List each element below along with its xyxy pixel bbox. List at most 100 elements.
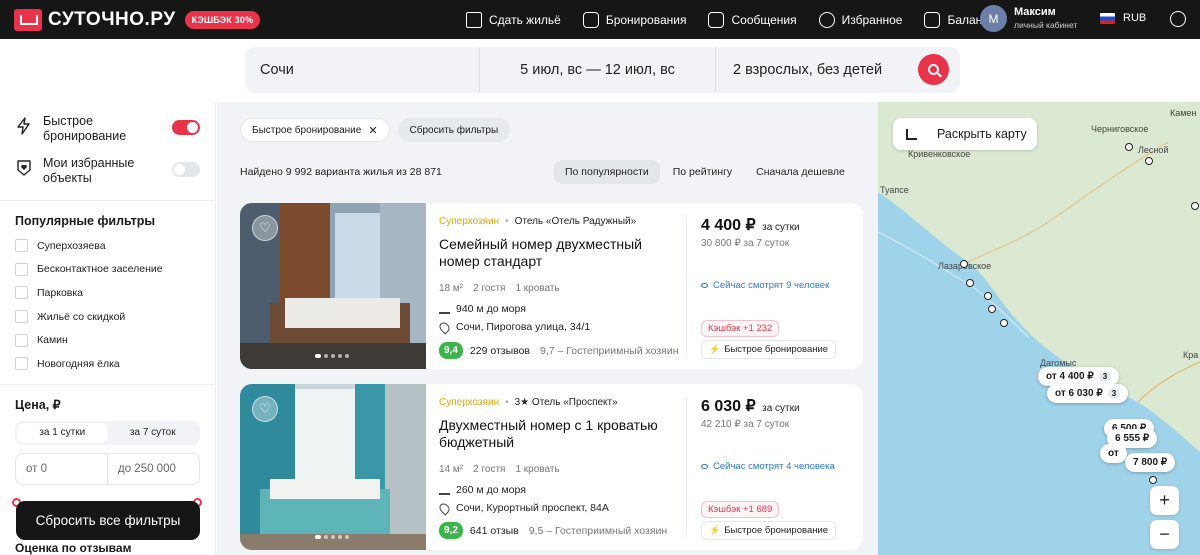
listing-title[interactable]: Двухместный номер с 1 кроватью бюджетный (439, 417, 684, 451)
price-per-week-tab[interactable]: за 7 суток (108, 423, 199, 443)
dates-field[interactable]: 5 июл, вс — 12 июл, вс (480, 47, 716, 93)
sort-cheapest[interactable]: Сначала дешевле (745, 160, 856, 184)
checkbox[interactable] (15, 333, 28, 347)
lightning-icon: ⚡ (709, 344, 721, 354)
filter-superhosts[interactable]: Суперхозяева (0, 234, 215, 258)
filter-parking[interactable]: Парковка (0, 281, 215, 305)
map-marker[interactable] (1000, 319, 1008, 327)
superhost-badge: Суперхозяин (439, 216, 500, 227)
nav-messages[interactable]: Сообщения (708, 11, 797, 28)
map-price-pin[interactable]: от 6 030 ₽ 3 (1047, 384, 1129, 403)
user-menu[interactable]: М Максим личный кабинет (980, 5, 1077, 32)
zoom-in-button[interactable]: + (1150, 486, 1179, 515)
map-marker[interactable] (1125, 143, 1133, 151)
map-price-pin[interactable]: 7 800 ₽ (1125, 453, 1176, 472)
search-button[interactable] (918, 54, 949, 85)
reset-all-filters-button[interactable]: Сбросить все фильтры (16, 501, 200, 540)
price-per-night: 4 400 ₽ (701, 217, 756, 234)
pin-label: 6 555 ₽ (1115, 433, 1150, 444)
listing-title[interactable]: Семейный номер двухместный номер стандар… (439, 236, 684, 270)
filters-sidebar: Быстрое бронирование Мои избранные объек… (0, 102, 216, 555)
checkbox[interactable] (15, 262, 28, 276)
cashback-badge: Кэшбэк +1 232 (701, 320, 780, 337)
map-marker[interactable] (966, 279, 974, 287)
map-marker[interactable] (960, 260, 968, 268)
reset-filters-chip[interactable]: Сбросить фильтры (397, 118, 511, 142)
chat-icon (708, 11, 725, 28)
map-marker[interactable] (984, 292, 992, 300)
filter-new-year-tree[interactable]: Новогодняя ёлка (0, 352, 215, 376)
favorites-filter[interactable]: Мои избранные объекты (0, 144, 215, 186)
checkbox[interactable] (15, 239, 28, 253)
instant-booking-filter[interactable]: Быстрое бронирование (0, 102, 215, 144)
superhost-badge: Суперхозяин (439, 397, 500, 408)
suitcase-icon (582, 11, 599, 28)
guests-field[interactable]: 2 взрослых, без детей (716, 47, 916, 93)
room-guests: 2 гостя (473, 464, 506, 475)
heart-icon[interactable]: ♡ (252, 215, 278, 241)
filter-fireplace[interactable]: Камин (0, 328, 215, 352)
photo-pagination (315, 535, 352, 539)
chip-instant-booking[interactable]: Быстрое бронирование ✕ (240, 118, 390, 142)
listing-info: Суперхозяин • Отель «Отель Радужный» Сем… (437, 216, 684, 335)
pin-label: 7 800 ₽ (1133, 457, 1168, 468)
eye-icon (701, 283, 708, 288)
lightning-icon: ⚡ (709, 525, 721, 535)
viewers-label: Сейчас смотрят 9 человек (713, 280, 830, 291)
cashback-badge[interactable]: КЭШБЭК 30% (184, 10, 261, 29)
user-name: Максим (1014, 6, 1056, 18)
price-per-night-tab[interactable]: за 1 сутки (17, 422, 108, 443)
pin-label: от 6 030 ₽ (1055, 388, 1103, 399)
listing-card[interactable]: ♡ Суперхозяин • Отель «Отель Радужный» С… (240, 203, 863, 369)
filter-discount[interactable]: Жильё со скидкой (0, 305, 215, 329)
rating-row: 9,4 229 отзывов 9,7 – Гостеприимный хозя… (439, 342, 679, 359)
nav-balance[interactable]: Баланс (924, 11, 988, 28)
price-per-night: 6 030 ₽ (701, 398, 756, 415)
divider (686, 396, 687, 538)
filter-label: Бесконтактное заселение (37, 263, 163, 276)
currency-selector[interactable]: RUB (1100, 12, 1146, 24)
lightning-icon (17, 117, 30, 135)
zoom-out-button[interactable]: − (1150, 520, 1179, 549)
heart-shield-icon (17, 160, 31, 176)
expand-map-button[interactable]: Раскрыть карту (893, 118, 1037, 150)
map-city-label: Туапсе (880, 185, 909, 195)
phone-icon[interactable] (1170, 11, 1186, 27)
instant-booking-toggle[interactable] (172, 120, 200, 135)
map-price-pin[interactable]: от (1100, 444, 1127, 463)
listing-card[interactable]: ♡ Суперхозяин • 3★ Отель «Проспект» Двух… (240, 384, 863, 550)
map[interactable]: Раскрыть карту Черниговское Кривенковско… (878, 102, 1200, 555)
currency-label: RUB (1123, 12, 1147, 24)
popular-filters-heading: Популярные фильтры (15, 214, 156, 228)
map-marker[interactable] (1145, 157, 1153, 165)
reviews-count[interactable]: 229 отзывов (470, 345, 530, 357)
city-field[interactable]: Сочи (245, 47, 480, 93)
top-navbar: СУТОЧНО.РУ КЭШБЭК 30% Сдать жильё Бронир… (0, 0, 1200, 39)
map-marker[interactable] (1149, 476, 1157, 484)
filter-contactless[interactable]: Бесконтактное заселение (0, 258, 215, 282)
checkbox[interactable] (15, 286, 28, 300)
logo[interactable]: СУТОЧНО.РУ (14, 8, 176, 31)
filter-label: Новогодняя ёлка (37, 357, 120, 370)
map-marker[interactable] (1191, 202, 1199, 210)
address: Сочи, Пирогова улица, 34/1 (456, 321, 591, 333)
nav-favorites[interactable]: Избранное (818, 11, 902, 28)
price-block: 6 030 ₽ за сутки 42 210 ₽ за 7 суток (701, 396, 800, 430)
price-from-input[interactable]: от 0 (16, 453, 108, 484)
cashback-badge: Кэшбэк +1 689 (701, 501, 780, 518)
map-marker[interactable] (988, 305, 996, 313)
sort-rating[interactable]: По рейтингу (662, 160, 743, 184)
waves-icon (439, 486, 450, 495)
favorites-toggle[interactable] (172, 162, 200, 177)
price-total: 42 210 ₽ за 7 суток (701, 419, 790, 430)
nav-label: Бронирования (605, 12, 687, 27)
checkbox[interactable] (15, 310, 28, 324)
sort-popularity[interactable]: По популярности (554, 160, 660, 184)
reviews-count[interactable]: 641 отзыв (470, 525, 519, 537)
nav-list-property[interactable]: Сдать жильё (466, 11, 561, 28)
price-to-input[interactable]: до 250 000 (108, 454, 199, 484)
heart-icon[interactable]: ♡ (252, 396, 278, 422)
nav-bookings[interactable]: Бронирования (582, 11, 687, 28)
checkbox[interactable] (15, 357, 28, 371)
close-icon[interactable]: ✕ (368, 124, 377, 137)
